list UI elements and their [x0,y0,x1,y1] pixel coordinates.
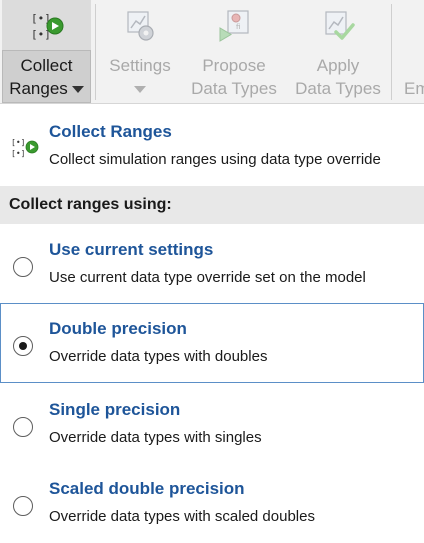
apply-label-line2: Data Types [295,79,381,98]
svg-text:[•]: [•] [11,138,25,147]
toolbar-divider [95,4,96,100]
collect-ranges-label: Collect Ranges [0,54,93,100]
radio-button[interactable] [13,417,33,437]
settings-button[interactable]: Settings [98,0,182,104]
propose-data-types-icon: fi [219,10,249,42]
option-double-precision[interactable]: Double precision Override data types wit… [0,303,424,383]
option-title: Scaled double precision [49,479,245,498]
apply-data-types-button[interactable]: Apply Data Types [290,0,386,104]
apply-data-types-icon [325,11,355,40]
option-title: Double precision [49,319,187,338]
radio-dot [18,341,27,350]
collect-ranges-icon: [•] [•] [31,12,63,41]
option-description: Override data types with singles [49,429,262,446]
option-description: Use current data type override set on th… [49,269,366,286]
option-single-precision[interactable]: Single precision Override data types wit… [0,384,424,464]
option-description: Override data types with doubles [49,348,268,365]
toolstrip: [•] [•] Collect Ranges Settings fi Propo… [0,0,424,104]
option-scaled-double-precision[interactable]: Scaled double precision Override data ty… [0,463,424,543]
propose-data-types-button[interactable]: fi Propose Data Types [186,0,282,104]
radio-button[interactable] [13,496,33,516]
option-use-current-settings[interactable]: Use current settings Use current data ty… [0,224,424,304]
em-button-truncated[interactable]: Em [400,0,424,104]
apply-label-line1: Apply [316,56,360,75]
collect-ranges-icon: [•] [•] [11,138,39,158]
menu-header-description: Collect simulation ranges using data typ… [49,151,381,168]
settings-label: Settings [109,56,171,75]
em-label: Em [404,79,424,98]
menu-header-title: Collect Ranges [49,122,172,141]
svg-text:fi: fi [236,23,240,31]
chevron-down-icon [134,86,146,94]
option-title: Use current settings [49,240,214,259]
collect-ranges-split-button[interactable]: [•] [•] Collect Ranges [0,0,93,104]
radio-button-selected[interactable] [13,336,33,356]
chevron-down-icon [71,86,84,94]
propose-label-line1: Propose [202,56,266,75]
svg-text:[•]: [•] [11,149,25,158]
settings-gear-icon [127,11,154,41]
option-title: Single precision [49,400,181,419]
collect-ranges-button[interactable]: [•] [•] [2,0,91,50]
radio-button[interactable] [13,257,33,277]
propose-label-line2: Data Types [191,79,277,98]
option-description: Override data types with scaled doubles [49,508,315,525]
section-title: Collect ranges using: [0,186,424,224]
toolbar-divider [391,4,392,100]
